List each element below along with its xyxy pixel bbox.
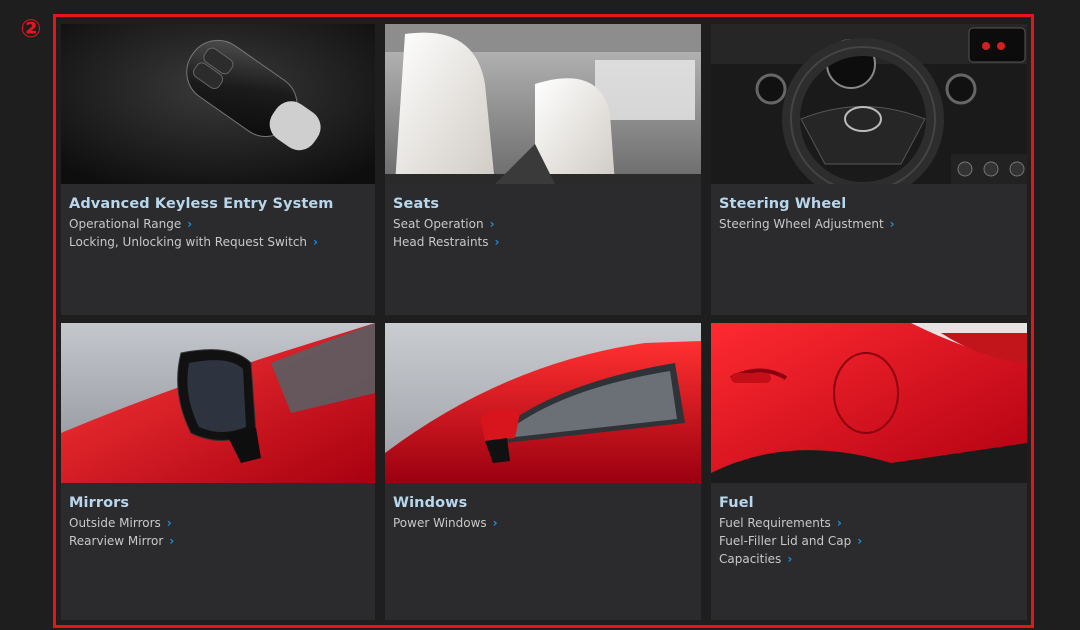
link-rearview-mirror[interactable]: Rearview Mirror › [69,532,367,550]
card-steering-wheel: Steering Wheel Steering Wheel Adjustment… [711,24,1027,315]
chevron-right-icon: › [492,516,498,530]
chevron-right-icon: › [494,235,500,249]
link-steering-wheel-adjustment[interactable]: Steering Wheel Adjustment › [719,215,1019,233]
card-title: Steering Wheel [719,196,847,212]
link-head-restraints[interactable]: Head Restraints › [393,233,693,251]
chevron-right-icon: › [836,516,842,530]
card-title: Windows [393,495,468,511]
window-photo[interactable] [385,323,701,483]
chevron-right-icon: › [787,552,793,566]
chevron-right-icon: › [313,235,318,249]
link-fuel-filler-lid[interactable]: Fuel-Filler Lid and Cap › [719,532,1019,550]
card-seats: Seats Seat Operation › Head Restraints › [385,24,701,315]
link-fuel-requirements[interactable]: Fuel Requirements › [719,514,1019,532]
card-mirrors: Mirrors Outside Mirrors › Rearview Mirror… [61,323,375,620]
link-power-windows[interactable]: Power Windows › [393,514,693,532]
mirror-photo[interactable] [61,323,375,483]
link-seat-operation[interactable]: Seat Operation › [393,215,693,233]
chevron-right-icon: › [187,217,193,231]
chevron-right-icon: › [166,516,172,530]
card-fuel: Fuel Fuel Requirements › Fuel-Filler Lid … [711,323,1027,620]
link-capacities[interactable]: Capacities › [719,550,1019,568]
step-marker: ② [20,14,42,43]
feature-grid: Advanced Keyless Entry System Operationa… [61,24,1027,620]
card-title: Fuel [719,495,754,511]
steering-wheel-photo[interactable] [711,24,1027,184]
fuel-lid-photo[interactable] [711,323,1027,483]
chevron-right-icon: › [169,534,175,548]
card-title: Mirrors [69,495,130,511]
key-fob-photo[interactable] [61,24,375,184]
seats-photo[interactable] [385,24,701,184]
link-locking-unlocking[interactable]: Locking, Unlocking with Request Switch › [69,233,367,251]
chevron-right-icon: › [857,534,863,548]
chevron-right-icon: › [489,217,495,231]
link-operational-range[interactable]: Operational Range › [69,215,367,233]
card-title: Seats [393,196,440,212]
card-title: Advanced Keyless Entry System [69,196,334,212]
highlight-frame: Advanced Keyless Entry System Operationa… [53,14,1034,628]
chevron-right-icon: › [889,217,895,231]
card-windows: Windows Power Windows › [385,323,701,620]
link-outside-mirrors[interactable]: Outside Mirrors › [69,514,367,532]
card-keyless-entry: Advanced Keyless Entry System Operationa… [61,24,375,315]
